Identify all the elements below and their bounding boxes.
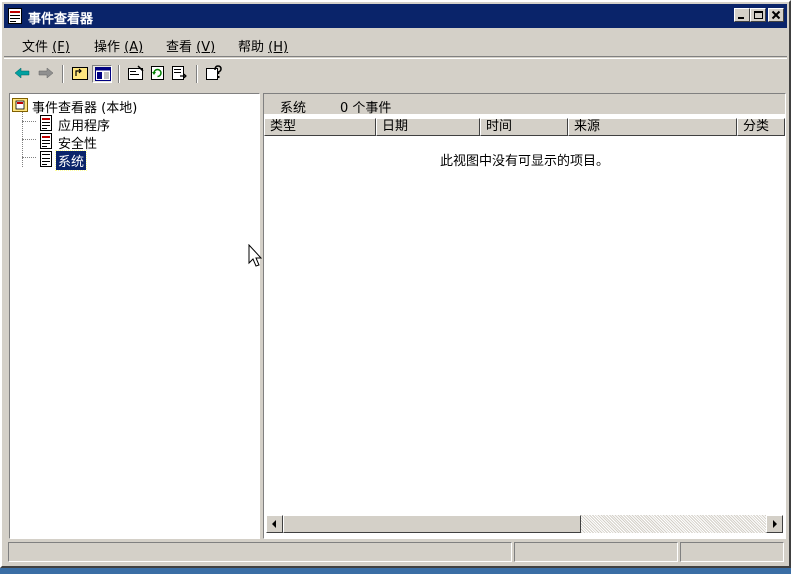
menu-view-mnemonic: (V): [196, 40, 216, 55]
results-pane: 系统 0 个事件 类型 日期 时间 来源 分类 此视图中没有可显示的项目。: [263, 93, 786, 539]
menu-view[interactable]: 查看 (V): [166, 36, 215, 55]
title-bar[interactable]: 事件查看器: [4, 4, 787, 28]
menu-file-label: 文件: [22, 40, 49, 55]
toolbar-separator: [118, 65, 120, 83]
menu-action-mnemonic: (A): [124, 40, 144, 55]
scrollbar-thumb[interactable]: [283, 515, 581, 533]
up-one-level-button[interactable]: [70, 65, 90, 83]
menu-file[interactable]: 文件 (F): [22, 36, 70, 55]
menu-action-label: 操作: [94, 40, 121, 55]
column-header-time[interactable]: 时间: [480, 118, 568, 136]
tree-item-label: 安全性: [58, 137, 98, 152]
export-list-button[interactable]: [170, 65, 190, 83]
maximize-button[interactable]: [750, 8, 766, 22]
help-icon: [206, 65, 222, 80]
up-one-level-icon: [72, 67, 88, 80]
event-count: 0 个事件: [340, 101, 392, 116]
status-panel-right: [680, 542, 784, 562]
event-viewer-window: 事件查看器 文件 (F) 操作 (A) 查看 (V) 帮助 (H) 事件查看器 …: [0, 0, 791, 568]
minimize-icon: [738, 17, 744, 19]
properties-button[interactable]: [126, 65, 146, 83]
tree-item-label: 事件查看器 (本地): [32, 101, 138, 116]
back-arrow-icon: [14, 67, 30, 79]
log-icon: [40, 133, 52, 149]
toolbar: [4, 58, 787, 89]
maximize-icon: [754, 11, 763, 19]
arrow-right-icon: [773, 520, 777, 528]
column-headers: 类型 日期 时间 来源 分类: [264, 118, 785, 136]
desktop-background: [0, 568, 791, 574]
menu-action[interactable]: 操作 (A): [94, 36, 143, 55]
show-hide-tree-button[interactable]: [92, 65, 112, 83]
status-panel-main: [8, 542, 512, 562]
pane-title: 系统: [280, 101, 307, 116]
menu-help-label: 帮助: [238, 40, 265, 55]
tree-item-label: 系统: [54, 150, 88, 171]
menu-file-mnemonic: (F): [52, 40, 70, 55]
export-list-icon: [172, 66, 187, 80]
pane-header: 系统 0 个事件: [264, 94, 785, 116]
refresh-button[interactable]: [148, 65, 168, 83]
show-hide-tree-icon: [95, 67, 111, 81]
scroll-left-button[interactable]: [266, 515, 283, 533]
tree-connector: [22, 139, 36, 140]
log-icon: [40, 151, 52, 167]
toolbar-separator: [62, 65, 64, 83]
menu-help[interactable]: 帮助 (H): [238, 36, 288, 55]
tree-connector: [22, 121, 36, 122]
status-bar: [4, 540, 787, 564]
close-button[interactable]: [768, 8, 784, 22]
window-title: 事件查看器: [28, 12, 94, 27]
help-button[interactable]: [204, 65, 224, 83]
column-header-category[interactable]: 分类: [737, 118, 785, 136]
horizontal-scrollbar[interactable]: [266, 515, 783, 533]
refresh-icon: [151, 66, 164, 80]
empty-list-message: 此视图中没有可显示的项目。: [439, 154, 609, 169]
toolbar-separator: [196, 65, 198, 83]
menu-help-mnemonic: (H): [268, 40, 289, 55]
tree-item-label: 应用程序: [58, 119, 111, 134]
minimize-button[interactable]: [734, 8, 750, 22]
menu-view-label: 查看: [166, 40, 193, 55]
column-header-date[interactable]: 日期: [376, 118, 480, 136]
event-viewer-icon: [12, 98, 28, 112]
event-viewer-icon: [8, 8, 22, 24]
menu-bar: 文件 (F) 操作 (A) 查看 (V) 帮助 (H): [4, 30, 787, 57]
column-header-source[interactable]: 来源: [568, 118, 737, 136]
close-icon: [771, 10, 781, 20]
log-icon: [40, 115, 52, 131]
properties-icon: [128, 65, 144, 80]
status-panel-middle: [514, 542, 678, 562]
mouse-pointer-icon: [248, 244, 262, 267]
arrow-left-icon: [272, 520, 276, 528]
tree-connector: [22, 157, 36, 158]
forward-button[interactable]: [36, 65, 56, 83]
column-header-type[interactable]: 类型: [264, 118, 376, 136]
back-button[interactable]: [12, 65, 32, 83]
console-tree[interactable]: 事件查看器 (本地) 应用程序 安全性 系统: [9, 93, 260, 539]
forward-arrow-icon: [38, 67, 54, 79]
scroll-right-button[interactable]: [766, 515, 783, 533]
